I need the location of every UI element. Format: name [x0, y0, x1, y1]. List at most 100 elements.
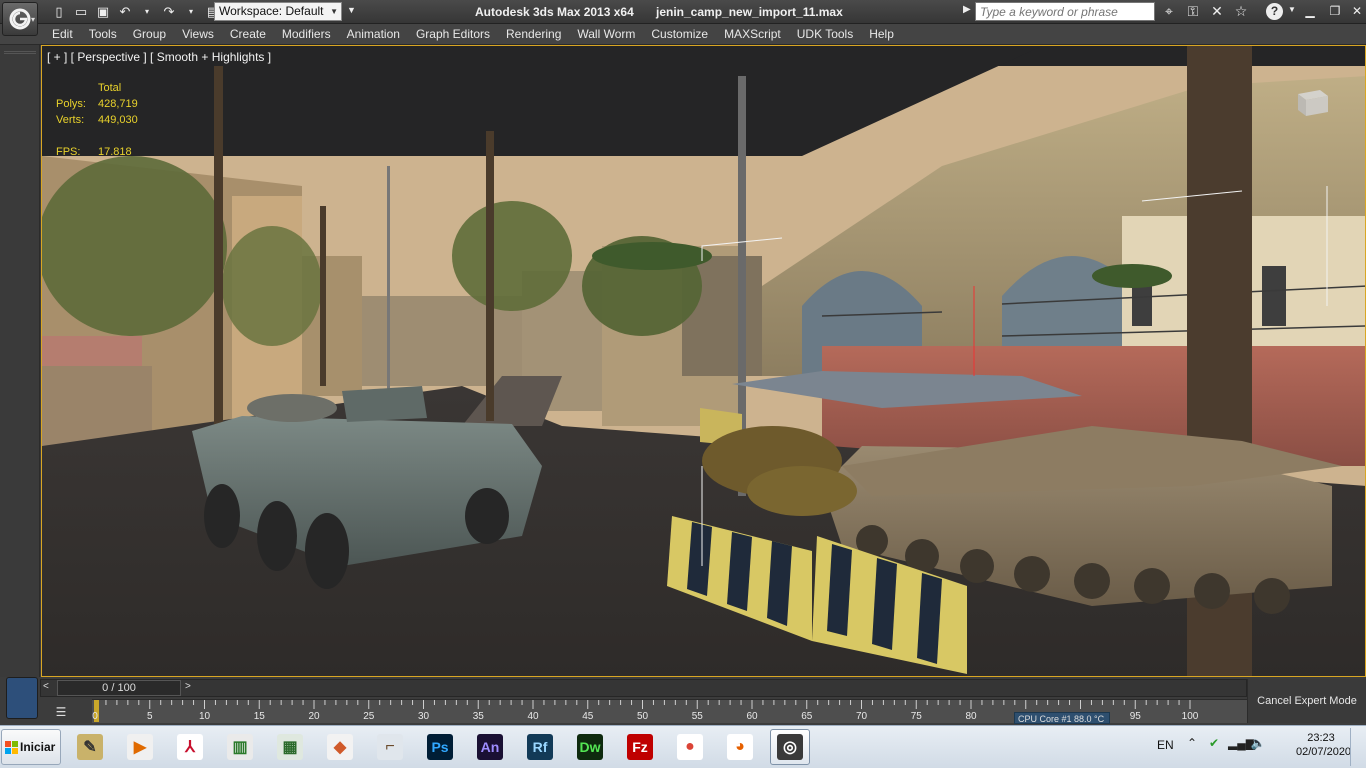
viewcube-icon[interactable]: [1290, 84, 1334, 118]
rifle-game-icon: ⌐: [377, 734, 403, 760]
toolbar-menu-arrow-icon[interactable]: ▼: [347, 5, 356, 15]
track-tick-label: 15: [253, 711, 265, 722]
infocenter-toolbar: ⌖ ⚿ ✕ ☆: [1160, 2, 1250, 21]
menu-views[interactable]: Views: [174, 24, 222, 44]
star-icon[interactable]: ☆: [1232, 2, 1250, 21]
exchange-icon[interactable]: ✕: [1208, 2, 1226, 21]
menu-rendering[interactable]: Rendering: [498, 24, 569, 44]
time-prev-button[interactable]: <: [43, 681, 49, 692]
taskbar-sketch-app[interactable]: ✎: [70, 729, 110, 765]
new-file-icon[interactable]: ▯: [50, 3, 68, 20]
taskbar-animate[interactable]: An: [470, 729, 510, 765]
mini-listener-box[interactable]: [6, 677, 38, 719]
show-desktop-button[interactable]: [1350, 728, 1364, 766]
menu-help[interactable]: Help: [861, 24, 902, 44]
panel-grip[interactable]: [4, 51, 36, 54]
close-icon[interactable]: ✕: [1347, 2, 1366, 20]
menu-animation[interactable]: Animation: [339, 24, 408, 44]
taskbar-chrome[interactable]: ●: [670, 729, 710, 765]
track-tick-label: 30: [417, 711, 430, 722]
track-tick-label: 65: [801, 711, 813, 722]
taskbar-network-monitor[interactable]: ▦: [270, 729, 310, 765]
windows-logo-icon: [5, 741, 18, 754]
volume-icon[interactable]: 🔈: [1250, 736, 1266, 754]
search-input[interactable]: [975, 2, 1155, 21]
app-menu-button[interactable]: ▾: [2, 2, 38, 36]
taskbar-firefox[interactable]: ◕: [720, 729, 760, 765]
track-tick-label: 70: [855, 711, 868, 722]
tray-app-icon[interactable]: ✔: [1206, 736, 1222, 754]
start-button[interactable]: Iniciar: [1, 729, 61, 765]
save-icon[interactable]: ▣: [94, 3, 112, 20]
menu-graph-editors[interactable]: Graph Editors: [408, 24, 498, 44]
system-tray: ⌃ ✔ ▂▄▆ 🔈: [1184, 736, 1266, 754]
taskbar-spreadsheet-tool[interactable]: ▥: [220, 729, 260, 765]
taskbar-rifle-game[interactable]: ⌐: [370, 729, 410, 765]
title-bar: ▯ ▭ ▣ ↶ ▾ ↷ ▾ ▤ Workspace: Default ▼ ▼ Au…: [0, 0, 1366, 24]
track-tick-label: 100: [1181, 711, 1199, 722]
restore-icon[interactable]: ❐: [1325, 2, 1345, 20]
start-label: Iniciar: [20, 740, 56, 754]
firefox-icon: ◕: [727, 734, 753, 760]
chevron-down-icon: ▼: [330, 7, 338, 16]
scene-render: [42, 46, 1365, 676]
menu-customize[interactable]: Customize: [643, 24, 716, 44]
perspective-viewport[interactable]: [ + ] [ Perspective ] [ Smooth + Highlig…: [41, 45, 1366, 677]
cancel-expert-mode-button[interactable]: Cancel Expert Mode: [1247, 679, 1366, 723]
language-indicator[interactable]: EN: [1157, 738, 1174, 752]
time-slider[interactable]: < 0 / 100 >: [40, 679, 1247, 697]
menu-edit[interactable]: Edit: [44, 24, 81, 44]
network-signal-icon[interactable]: ▂▄▆: [1228, 736, 1255, 754]
search-expand-icon[interactable]: ▶: [963, 4, 971, 15]
taskbar-windows-store[interactable]: ◆: [320, 729, 360, 765]
taskbar-filezilla[interactable]: Fz: [620, 729, 660, 765]
timeline-area: < 0 / 100 > ☰ 0 5 10 15 20 25 30 35 40 45 50 55 60 65…: [0, 677, 1366, 725]
open-folder-icon[interactable]: ▭: [72, 3, 90, 20]
menu-tools[interactable]: Tools: [81, 24, 125, 44]
windows-taskbar: Iniciar ✎ ▶ ⅄ ▥ ▦ ◆ ⌐ Ps An Rf Dw Fz ● ◕ ◎ EN ⌃ ✔ ▂▄▆ …: [0, 725, 1366, 768]
key-icon[interactable]: ⚿: [1184, 2, 1202, 21]
tray-expand-icon[interactable]: ⌃: [1184, 736, 1200, 754]
redo-dropdown-icon[interactable]: ▾: [182, 3, 200, 20]
track-tick-label: 5: [146, 711, 153, 722]
track-tick-label: 20: [308, 711, 320, 722]
help-button[interactable]: ?: [1266, 3, 1283, 20]
time-next-button[interactable]: >: [185, 681, 191, 692]
undo-icon[interactable]: ↶: [116, 3, 134, 20]
pdf-reader-icon: ⅄: [177, 734, 203, 760]
track-tick-label: 0: [92, 711, 98, 722]
undo-dropdown-icon[interactable]: ▾: [138, 3, 156, 20]
track-bar-toggle-icon[interactable]: ☰: [50, 703, 72, 721]
minimize-icon[interactable]: ▁: [1300, 2, 1320, 20]
track-tick-label: 50: [636, 711, 649, 722]
track-tick-label: 80: [965, 711, 977, 722]
workspace-select[interactable]: Workspace: Default ▼: [214, 2, 342, 21]
taskbar-reflector[interactable]: Rf: [520, 729, 560, 765]
workspace-label: Workspace: Default: [219, 4, 324, 18]
spreadsheet-tool-icon: ▥: [227, 734, 253, 760]
menu-wall-worm[interactable]: Wall Worm: [569, 24, 643, 44]
taskbar-photoshop[interactable]: Ps: [420, 729, 460, 765]
media-player-icon: ▶: [127, 734, 153, 760]
help-dropdown-icon[interactable]: ▼: [1288, 5, 1296, 14]
menu-modifiers[interactable]: Modifiers: [274, 24, 339, 44]
menu-group[interactable]: Group: [125, 24, 174, 44]
menu-udk-tools[interactable]: UDK Tools: [789, 24, 861, 44]
clock-time: 23:23: [1307, 732, 1335, 744]
app-menu-arrow-icon: ▾: [31, 15, 36, 24]
viewport-label[interactable]: [ + ] [ Perspective ] [ Smooth + Highlig…: [47, 50, 271, 64]
clock[interactable]: 23:23 02/07/2020: [1296, 731, 1351, 759]
sketch-app-icon: ✎: [77, 734, 103, 760]
track-tick-label: 25: [363, 711, 375, 722]
taskbar-pdf-reader[interactable]: ⅄: [170, 729, 210, 765]
binoculars-icon[interactable]: ⌖: [1160, 2, 1178, 21]
menu-create[interactable]: Create: [222, 24, 274, 44]
taskbar-media-player[interactable]: ▶: [120, 729, 160, 765]
menu-maxscript[interactable]: MAXScript: [716, 24, 789, 44]
taskbar-3ds-max[interactable]: ◎: [770, 729, 810, 765]
cpu-temperature-overlay: CPU Core #1 88.0 °C: [1014, 712, 1110, 724]
time-slider-thumb[interactable]: 0 / 100: [57, 680, 181, 696]
redo-icon[interactable]: ↷: [160, 3, 178, 20]
windows-store-icon: ◆: [327, 734, 353, 760]
taskbar-dreamweaver[interactable]: Dw: [570, 729, 610, 765]
